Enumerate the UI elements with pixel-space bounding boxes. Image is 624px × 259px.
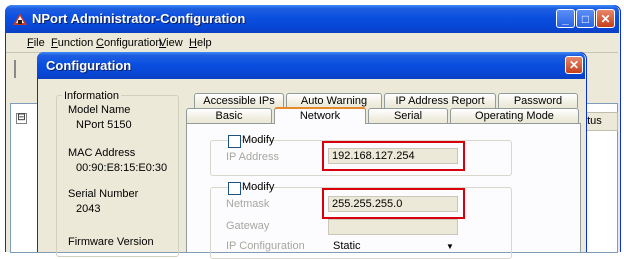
- menu-help[interactable]: Help: [189, 37, 212, 49]
- tab-basic[interactable]: Basic: [186, 108, 272, 123]
- main-window-title: NPort Administrator-Configuration: [32, 11, 246, 26]
- netmask-modify-label: Modify: [242, 181, 275, 193]
- menu-configuration-label: onfiguration: [103, 37, 162, 49]
- netmask-label: Netmask: [226, 198, 270, 210]
- toolbar-grip-icon: [14, 60, 26, 78]
- firmware-version-label: Firmware Version: [68, 236, 154, 248]
- menu-file[interactable]: File: [27, 37, 45, 49]
- menu-help-label: elp: [196, 37, 212, 49]
- gateway-label: Gateway: [226, 220, 270, 232]
- ip-modify-checkbox[interactable]: [228, 135, 241, 148]
- tab-accessible-ips[interactable]: Accessible IPs: [194, 93, 284, 108]
- dialog-title: Configuration: [46, 58, 132, 73]
- menu-view[interactable]: View: [159, 37, 183, 49]
- menu-file-accel: F: [27, 37, 34, 49]
- ip-address-label: IP Address: [226, 151, 279, 163]
- menu-help-accel: H: [189, 37, 197, 49]
- ip-modify-label: Modify: [242, 134, 275, 146]
- tab-network[interactable]: Network: [274, 107, 366, 124]
- netmask-modify-checkbox[interactable]: [228, 182, 241, 195]
- menu-bar: File Function Configuration View Help: [6, 34, 618, 53]
- menu-file-label: ile: [33, 37, 45, 49]
- menu-view-label: iew: [166, 37, 183, 49]
- menu-configuration[interactable]: Configuration: [96, 37, 161, 49]
- netmask-highlight: [322, 188, 465, 219]
- maximize-button[interactable]: □: [576, 9, 595, 28]
- dropdown-arrow-icon[interactable]: ▼: [446, 242, 454, 251]
- gateway-input[interactable]: [328, 219, 458, 235]
- menu-function[interactable]: Function: [51, 37, 93, 49]
- ip-configuration-label: IP Configuration: [226, 240, 305, 252]
- serial-number-label: Serial Number: [68, 188, 139, 200]
- minimize-button[interactable]: _: [556, 9, 575, 28]
- menu-function-label: unction: [57, 37, 94, 49]
- tab-ip-address-report[interactable]: IP Address Report: [384, 93, 496, 108]
- model-name-value: NPort 5150: [76, 119, 132, 131]
- tab-serial[interactable]: Serial: [368, 108, 448, 123]
- ip-address-highlight: [322, 141, 465, 171]
- serial-number-value: 2043: [76, 203, 101, 215]
- close-button[interactable]: ✕: [596, 9, 615, 28]
- information-group-title: Information: [62, 90, 122, 102]
- tab-operating-mode[interactable]: Operating Mode: [450, 108, 579, 123]
- tab-password[interactable]: Password: [498, 93, 578, 108]
- model-name-label: Model Name: [68, 104, 131, 116]
- app-icon: [13, 13, 27, 25]
- tree-collapse-icon[interactable]: ⊟: [16, 113, 27, 124]
- mac-address-value: 00:90:E8:15:E0:30: [76, 162, 168, 174]
- menu-configuration-accel: C: [96, 37, 104, 49]
- ip-configuration-select[interactable]: Static: [333, 240, 361, 252]
- dialog-close-button[interactable]: ✕: [565, 56, 583, 74]
- menu-function-accel: F: [51, 37, 58, 49]
- tab-auto-warning[interactable]: Auto Warning: [286, 93, 382, 108]
- mac-address-label: MAC Address: [68, 147, 136, 159]
